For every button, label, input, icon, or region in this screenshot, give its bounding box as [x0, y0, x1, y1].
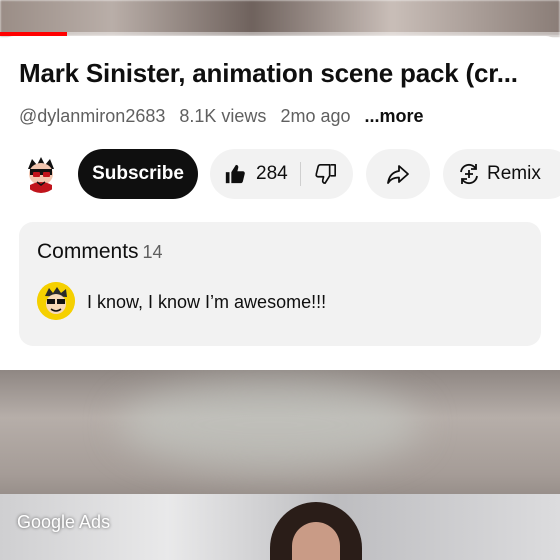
video-title[interactable]: Mark Sinister, animation scene pack (cr.… — [19, 58, 549, 89]
comments-title: Comments — [37, 240, 139, 263]
comments-heading: Comments 14 — [37, 240, 163, 264]
commenter-avatar[interactable] — [37, 282, 75, 320]
action-bar: Subscribe 284 Remix — [0, 149, 560, 201]
ad-label: Google Ads — [17, 512, 111, 532]
ad-video-area[interactable]: Google Ads — [0, 370, 560, 560]
remix-label: Remix — [487, 163, 541, 184]
thumbs-down-icon — [315, 164, 336, 184]
share-button[interactable] — [366, 149, 430, 199]
like-dislike-group: 284 — [210, 149, 353, 199]
thumbs-up-icon — [225, 164, 245, 184]
subscribe-button[interactable]: Subscribe — [78, 149, 198, 199]
video-meta[interactable]: @dylanmiron2683 8.1K views 2mo ago ...mo… — [19, 106, 433, 127]
top-comment-text: I know, I know I’m awesome!!! — [87, 292, 327, 312]
like-divider — [299, 162, 301, 186]
remix-icon — [460, 163, 478, 185]
view-count: 8.1K views — [179, 106, 267, 126]
remix-button[interactable]: Remix — [443, 149, 560, 199]
channel-handle[interactable]: @dylanmiron2683 — [19, 106, 165, 126]
like-button[interactable]: 284 — [210, 149, 288, 199]
comments-count: 14 — [142, 242, 163, 262]
like-count: 284 — [256, 163, 288, 184]
video-details-panel: Mark Sinister, animation scene pack (cr.… — [0, 36, 560, 370]
channel-avatar[interactable] — [22, 155, 60, 193]
commenter-avatar-icon — [37, 282, 75, 320]
upload-age: 2mo ago — [280, 106, 351, 126]
dislike-button[interactable] — [315, 163, 337, 185]
comments-section[interactable]: Comments 14 I know, I know I’m awesome!!! — [19, 222, 541, 346]
ad-background-blur — [120, 380, 420, 470]
share-icon — [387, 165, 409, 184]
video-player-preview[interactable] — [0, 0, 560, 36]
channel-avatar-icon — [28, 157, 54, 193]
more-link[interactable]: ...more — [365, 106, 424, 126]
